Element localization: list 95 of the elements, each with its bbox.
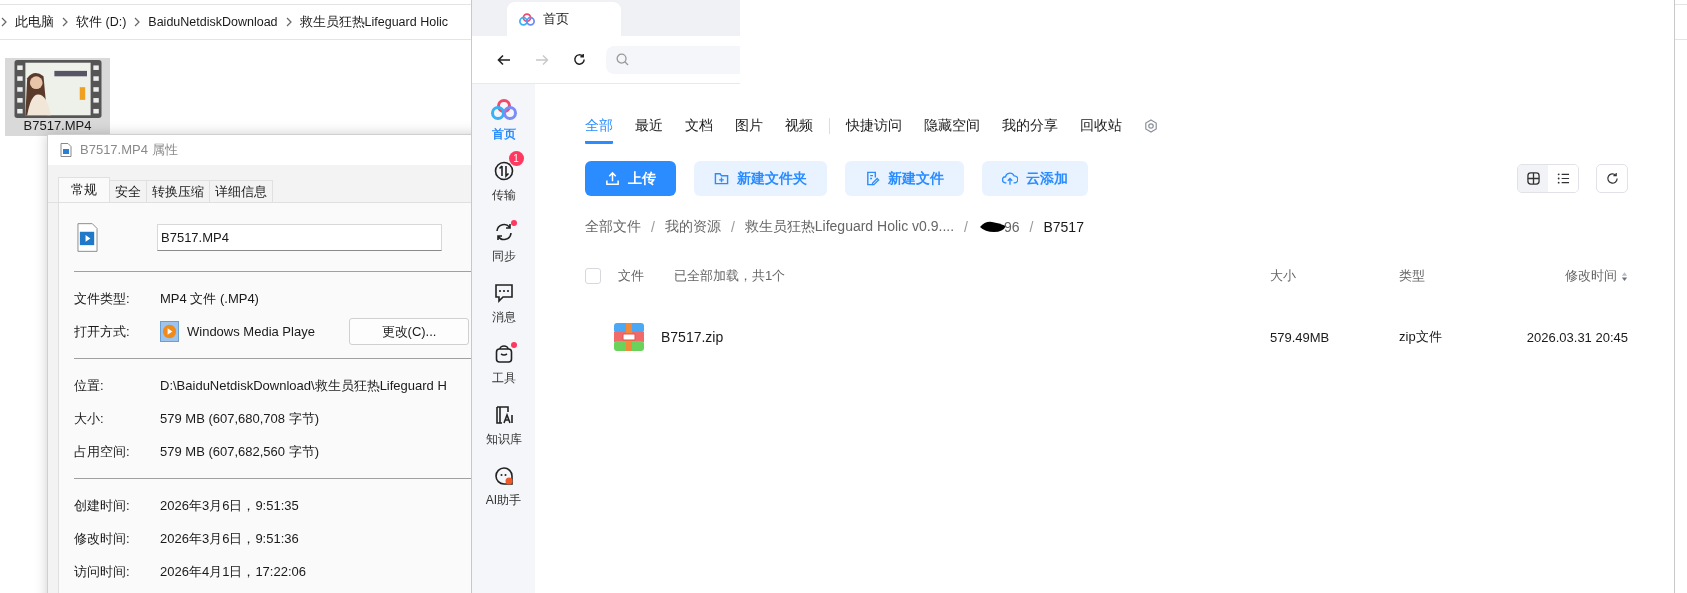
- refresh-button[interactable]: [1596, 164, 1628, 193]
- address-field[interactable]: [606, 45, 740, 74]
- refresh-icon[interactable]: [573, 53, 586, 66]
- media-player-icon: [160, 321, 179, 342]
- sidebar-item[interactable]: AI助手: [474, 456, 533, 509]
- refresh-icon: [1605, 172, 1619, 185]
- cloud-logo-icon: [490, 99, 517, 121]
- assistant-icon: [493, 466, 514, 486]
- chevron-icon: [285, 17, 292, 27]
- file-name: B7517.MP4: [23, 118, 92, 133]
- property-label: 访问时间:: [74, 562, 131, 581]
- sidebar-item[interactable]: 工具: [474, 334, 533, 387]
- column-header[interactable]: 大小: [1270, 267, 1399, 285]
- browser-tab[interactable]: 首页: [507, 2, 621, 36]
- file-row[interactable]: B7517.zip 579.49MB zip文件 2026.03.31 20:45: [585, 314, 1628, 360]
- file-name-field[interactable]: B7517.MP4: [157, 223, 442, 251]
- settings-icon[interactable]: [1144, 119, 1158, 133]
- table-cell-text: zip文件: [1399, 328, 1443, 346]
- column-header[interactable]: 类型: [1399, 267, 1565, 285]
- message-icon: [493, 283, 514, 303]
- select-all-checkbox[interactable]: [585, 268, 601, 284]
- property-value: Windows Media Playe: [187, 324, 315, 339]
- property-label: 位置:: [74, 376, 105, 395]
- property-label: 修改时间:: [74, 529, 131, 548]
- back-arrow-icon[interactable]: [497, 53, 511, 66]
- property-value: 2026年3月6日，9:51:35: [160, 496, 300, 515]
- property-value: MP4 文件 (.MP4): [160, 289, 260, 308]
- tab[interactable]: 常规: [58, 177, 110, 202]
- breadcrumb-item[interactable]: 救生员狂热Lifeguard Holic: [299, 13, 448, 31]
- category-tab[interactable]: 隐藏空间: [924, 116, 980, 144]
- folder-plus-icon: [714, 171, 729, 186]
- file-name[interactable]: B7517.zip: [661, 329, 724, 345]
- category-tab[interactable]: 全部: [585, 116, 613, 144]
- cloud-logo-icon: [519, 12, 535, 26]
- category-tab[interactable]: 快捷访问: [846, 116, 902, 144]
- view-toggle[interactable]: [1518, 165, 1548, 192]
- search-icon: [616, 53, 629, 66]
- transfer-icon: [493, 161, 514, 181]
- column-header[interactable]: 文件: [618, 267, 644, 285]
- column-header[interactable]: 修改时间: [1565, 267, 1617, 285]
- category-tab[interactable]: 图片: [735, 116, 763, 144]
- sidebar-item[interactable]: 1 传输: [474, 151, 533, 204]
- video-file-icon: [77, 222, 98, 252]
- table-cell: 2026.03.31 20:45: [1526, 329, 1628, 345]
- property-label: 创建时间:: [74, 496, 131, 515]
- category-tab[interactable]: 回收站: [1080, 116, 1122, 144]
- sort-icon[interactable]: [1621, 270, 1628, 282]
- property-value: 2026年3月6日，9:51:36: [160, 529, 300, 548]
- sidebar-item[interactable]: 消息: [474, 273, 533, 326]
- grid-icon: [1526, 172, 1540, 185]
- chevron-icon: [62, 17, 68, 27]
- upload-icon: [605, 171, 620, 186]
- change-button[interactable]: 更改(C)...: [349, 318, 469, 345]
- property-value: D:\BaiduNetdiskDownload\救生员狂热Lifeguard H: [160, 376, 448, 395]
- category-tab[interactable]: 视频: [785, 116, 813, 144]
- breadcrumb-item[interactable]: 全部文件: [585, 218, 641, 236]
- breadcrumb-item[interactable]: BaiduNetdiskDownload: [148, 15, 278, 29]
- category-tab[interactable]: 最近: [635, 116, 663, 144]
- breadcrumb-item[interactable]: 救生员狂热Lifeguard Holic v0.9....: [744, 218, 955, 236]
- property-label: 文件类型:: [74, 289, 131, 308]
- zip-file-icon: [614, 323, 644, 351]
- separator: /: [1029, 219, 1034, 235]
- window-title: B7517.MP4 属性: [80, 141, 178, 159]
- breadcrumb-item[interactable]: B7517: [1043, 219, 1084, 235]
- sidebar-item[interactable]: 同步: [474, 212, 533, 265]
- separator: /: [651, 219, 655, 235]
- tab[interactable]: 详细信息: [209, 180, 273, 202]
- separator: /: [964, 219, 968, 235]
- property-label: 打开方式:: [74, 322, 131, 341]
- load-status: 已全部加载，共1个: [674, 267, 786, 285]
- book-icon: [493, 405, 514, 425]
- breadcrumb-item[interactable]: 我的资源: [664, 218, 721, 236]
- property-label: 占用空间:: [74, 442, 131, 461]
- separator: /: [730, 219, 735, 235]
- breadcrumb-item[interactable]: 96: [1003, 219, 1020, 235]
- property-value: 2026年4月1日，17:22:06: [160, 562, 307, 581]
- table-cell-text: 579.49MB: [1270, 329, 1331, 345]
- chevron-icon: [134, 17, 141, 27]
- category-tab[interactable]: 文档: [685, 116, 713, 144]
- property-value: 579 MB (607,682,560 字节): [160, 442, 320, 461]
- breadcrumb-item[interactable]: 软件 (D:): [76, 13, 127, 31]
- property-label: 大小:: [74, 409, 105, 428]
- video-file-icon: [60, 143, 72, 157]
- property-value: 579 MB (607,680,708 字节): [160, 409, 320, 428]
- chevron-icon: [1, 17, 7, 27]
- breadcrumb-item[interactable]: 此电脑: [15, 13, 54, 31]
- file-tile[interactable]: B7517.MP4: [5, 58, 110, 136]
- sync-icon: [493, 222, 514, 242]
- sidebar-item[interactable]: 知识库: [474, 395, 533, 448]
- list-icon: [1556, 172, 1570, 185]
- cloud-upload-icon: [1002, 171, 1018, 186]
- count-badge: 1: [508, 151, 524, 166]
- bag-icon: [493, 344, 514, 364]
- category-tab[interactable]: 我的分享: [1002, 116, 1058, 144]
- file-edit-icon: [865, 171, 880, 186]
